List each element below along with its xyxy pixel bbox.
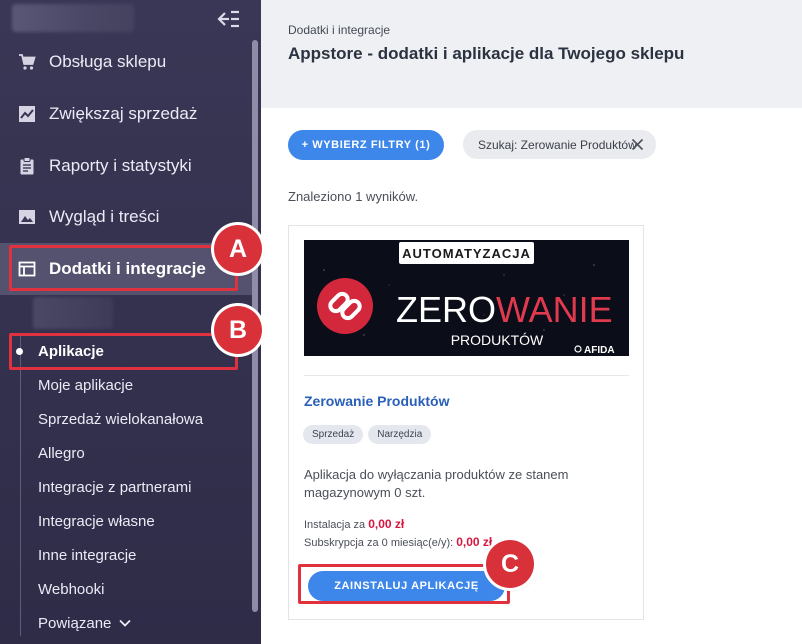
collapse-sidebar-icon[interactable] [216,9,240,29]
sidebar-item-label: Wygląd i treści [49,207,160,226]
highlight-box-c [298,564,510,604]
app-banner-graphic: AUTOMATYZACJA ZEROWANIE PRODUKTÓW AFIDA [317,242,615,356]
submenu-item-moje-aplikacje[interactable]: Moje aplikacje [38,372,133,398]
submenu-item-allegro[interactable]: Allegro [38,440,85,466]
annotation-marker-a: A [214,225,262,273]
main-content: Dodatki i integracje Appstore - dodatki … [261,0,802,644]
submenu-item-webhooki[interactable]: Webhooki [38,576,104,602]
chevron-down-icon [119,619,132,627]
sidebar-header [0,0,261,40]
sidebar-item-zwiekszaj-sprzedaz[interactable]: Zwiększaj sprzedaż [0,88,252,140]
page-header: Dodatki i integracje Appstore - dodatki … [261,0,802,108]
svg-text:AFIDA: AFIDA [584,345,615,356]
search-filter-chip: Szukaj: Zerowanie Produktów [463,130,656,159]
app-card: AUTOMATYZACJA ZEROWANIE PRODUKTÓW AFIDA … [288,225,644,620]
annotation-marker-b: B [214,306,262,354]
blurred-subheading [33,297,113,329]
sidebar-item-label: Obsługa sklepu [49,52,167,71]
sidebar-item-raporty[interactable]: Raporty i statystyki [0,140,252,192]
install-price: Instalacja za 0,00 zł [304,517,405,531]
card-divider [304,375,629,376]
store-logo-blurred [12,4,134,32]
submenu-item-label: Powiązane [38,614,112,632]
sidebar-item-obsluga-sklepu[interactable]: Obsługa sklepu [0,36,252,88]
svg-text:ZEROWANIE: ZEROWANIE [396,289,613,330]
annotation-marker-c: C [486,540,534,588]
submenu-item-powiazane[interactable]: Powiązane [38,610,132,636]
svg-text:PRODUKTÓW: PRODUKTÓW [451,332,544,348]
sidebar-item-wyglad[interactable]: Wygląd i treści [0,191,252,243]
tag-narzedzia[interactable]: Narzędzia [368,425,432,444]
choose-filters-button[interactable]: + WYBIERZ FILTRY (1) [288,130,444,160]
svg-text:AUTOMATYZACJA: AUTOMATYZACJA [402,246,531,261]
highlight-box-b [9,333,238,370]
subscription-price: Subskrypcja za 0 miesiąc(e/y): 0,00 zł [304,535,493,549]
cart-icon [18,53,36,71]
page-title: Appstore - dodatki i aplikacje dla Twoje… [288,44,685,63]
submenu-item-integracje-z-partnerami[interactable]: Integracje z partnerami [38,474,191,500]
submenu-item-sprzedaz-wielokanalowa[interactable]: Sprzedaż wielokanałowa [38,406,203,432]
app-description: Aplikacja do wyłączania produktów ze sta… [304,467,569,500]
submenu-item-integracje-wlasne[interactable]: Integracje własne [38,508,155,534]
trend-chart-icon [18,105,36,123]
highlight-box-a [9,245,238,291]
close-icon[interactable] [631,138,644,151]
clipboard-icon [18,157,36,175]
app-name-link[interactable]: Zerowanie Produktów [304,393,449,409]
search-chip-label: Szukaj: Zerowanie Produktów [478,137,637,152]
submenu-item-inne-integracje[interactable]: Inne integracje [38,542,136,568]
breadcrumb[interactable]: Dodatki i integracje [288,23,390,37]
submenu-guide-line [20,336,21,636]
image-icon [18,208,36,226]
results-count: Znaleziono 1 wyników. [288,189,419,204]
sidebar-item-label: Zwiększaj sprzedaż [49,104,198,123]
tag-sprzedaz[interactable]: Sprzedaż [303,425,364,444]
sidebar-item-label: Raporty i statystyki [49,156,192,175]
app-tags: Sprzedaż Narzędzia [303,425,432,444]
app-banner[interactable]: AUTOMATYZACJA ZEROWANIE PRODUKTÓW AFIDA [304,240,629,356]
